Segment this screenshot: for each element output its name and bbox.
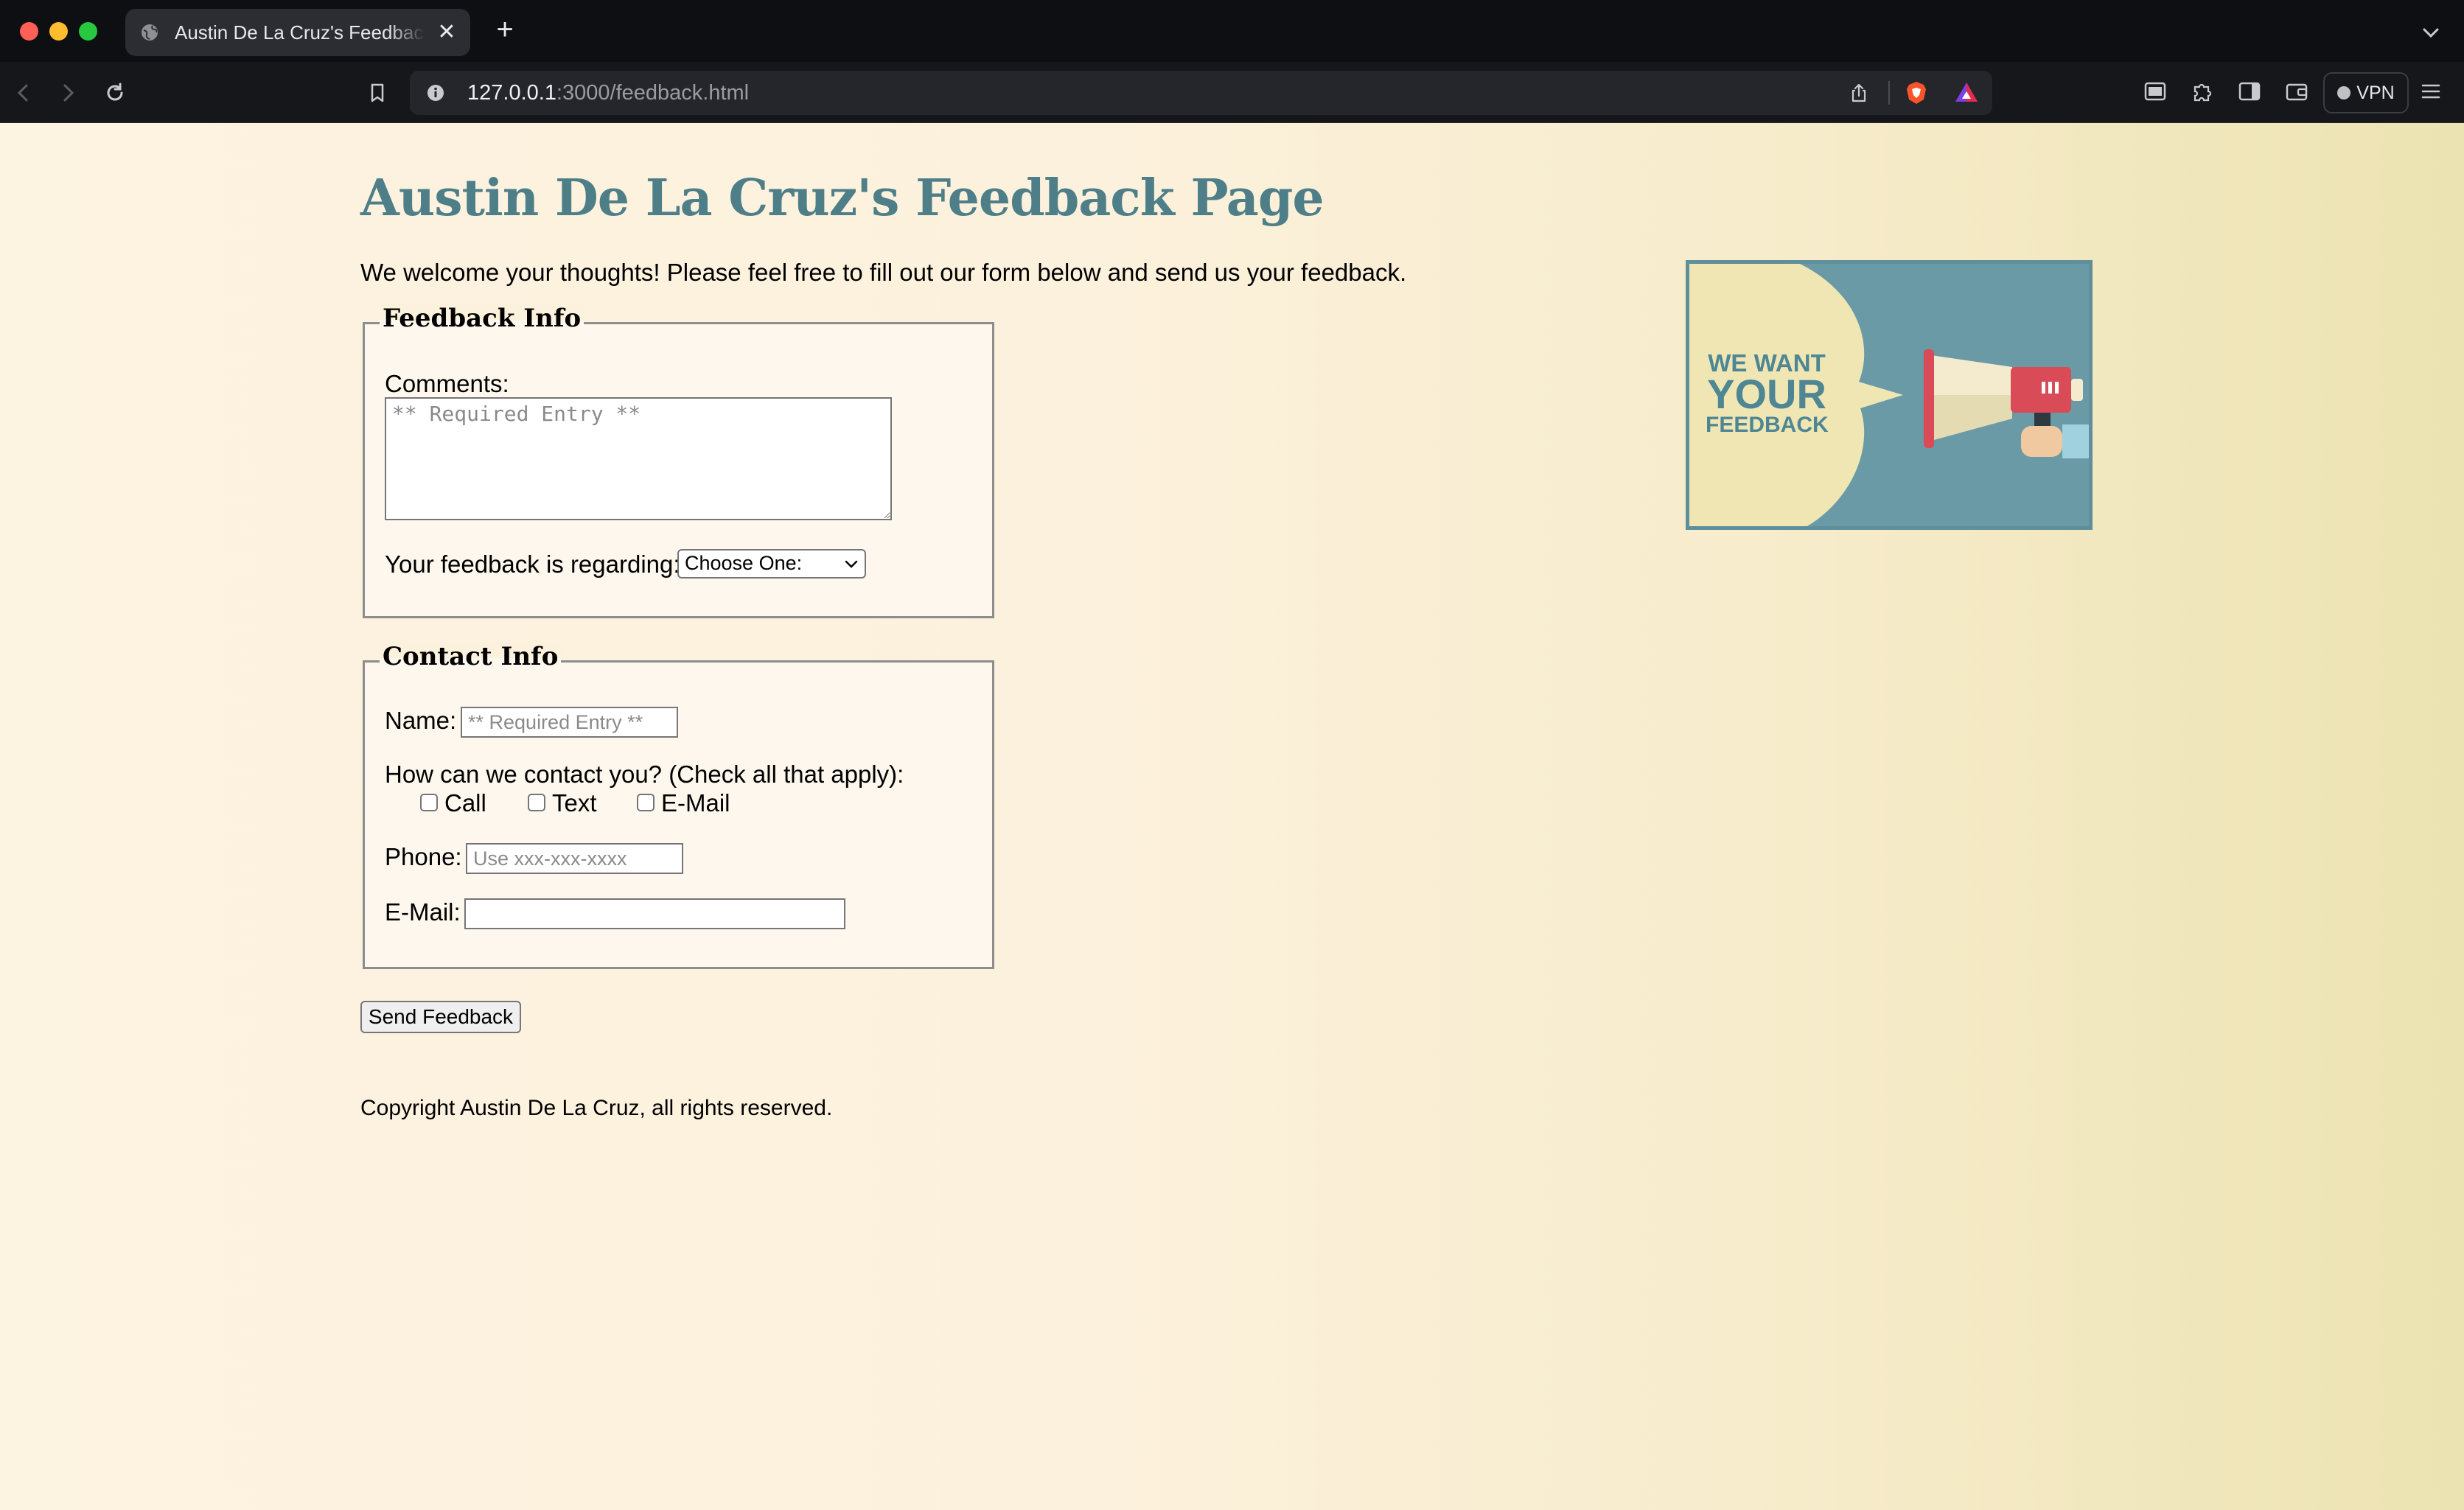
comments-label: Comments: [385, 370, 509, 397]
name-label: Name: [385, 707, 457, 734]
banner-text: WE WANT YOUR FEEDBACK [1706, 351, 1829, 438]
regarding-selected-value: Choose One: [685, 552, 803, 574]
copyright-text: Copyright Austin De La Cruz, all rights … [360, 1096, 833, 1120]
sidebar-toggle-icon[interactable] [2236, 78, 2263, 105]
chevron-down-icon[interactable] [2418, 19, 2444, 46]
extensions-icon[interactable] [2189, 78, 2216, 105]
contact-info-fieldset: Contact Info Name: How can we contact yo… [363, 642, 994, 969]
email-input[interactable] [464, 898, 845, 929]
vpn-label: VPN [2356, 82, 2395, 103]
browser-tab[interactable]: Austin De La Cruz's Feedback Page ✕ [125, 9, 470, 56]
forward-icon[interactable] [53, 78, 83, 108]
back-icon[interactable] [9, 78, 38, 108]
feedback-banner-image: WE WANT YOUR FEEDBACK [1686, 260, 2093, 530]
email-label: E-Mail: [385, 898, 461, 926]
text-checkbox[interactable] [528, 794, 545, 811]
name-input[interactable] [461, 707, 678, 738]
brave-shields-icon[interactable] [1903, 80, 1930, 106]
vpn-button[interactable]: VPN [2323, 72, 2409, 113]
call-option-label: Call [444, 789, 486, 817]
close-tab-icon[interactable]: ✕ [433, 19, 460, 46]
feedback-info-fieldset: Feedback Info Comments: Your feedback is… [363, 304, 994, 618]
call-checkbox[interactable] [420, 794, 438, 811]
page-title: Austin De La Cruz's Feedback Page [360, 169, 1325, 228]
new-tab-button[interactable]: + [490, 15, 520, 46]
contact-info-legend: Contact Info [380, 642, 562, 671]
share-icon[interactable] [1847, 81, 1871, 105]
bookmark-icon[interactable] [363, 78, 392, 108]
url-path: :3000/feedback.html [556, 81, 750, 105]
url-text[interactable]: 127.0.0.1:3000/feedback.html [467, 71, 749, 115]
email-option-label: E-Mail [661, 789, 730, 817]
globe-icon [142, 24, 158, 41]
contact-question-label: How can we contact you? (Check all that … [385, 761, 904, 788]
text-option-label: Text [552, 789, 597, 817]
address-bar[interactable]: 127.0.0.1:3000/feedback.html [410, 71, 1992, 115]
browser-toolbar: 127.0.0.1:3000/feedback.html [0, 62, 2464, 123]
regarding-select[interactable]: Choose One: [677, 549, 866, 579]
email-checkbox[interactable] [637, 794, 655, 811]
chevron-down-icon [845, 560, 858, 568]
send-feedback-button[interactable]: Send Feedback [360, 1001, 521, 1033]
sidebar-panel-icon[interactable] [2142, 78, 2168, 105]
banner-line-3: FEEDBACK [1706, 413, 1829, 437]
intro-text: We welcome your thoughts! Please feel fr… [360, 259, 1407, 286]
minimize-window-button[interactable] [49, 22, 68, 41]
menu-icon[interactable] [2418, 78, 2444, 105]
phone-input[interactable] [466, 843, 683, 874]
reload-icon[interactable] [100, 78, 130, 108]
banner-line-2: YOUR [1707, 371, 1826, 417]
phone-label: Phone: [385, 843, 462, 870]
comments-textarea[interactable] [385, 397, 892, 520]
url-host: 127.0.0.1 [467, 81, 556, 105]
maximize-window-button[interactable] [79, 22, 97, 41]
brave-rewards-icon[interactable] [1953, 80, 1980, 106]
feedback-info-legend: Feedback Info [380, 304, 584, 333]
site-info-icon[interactable] [426, 83, 445, 102]
page-content: Austin De La Cruz's Feedback Page We wel… [0, 123, 2464, 1510]
vpn-status-icon [2337, 86, 2351, 99]
tab-title: Austin De La Cruz's Feedback Page [175, 21, 425, 43]
wallet-icon[interactable] [2283, 78, 2310, 105]
regarding-label: Your feedback is regarding: [385, 550, 680, 578]
toolbar-divider [1888, 81, 1890, 105]
browser-tab-strip: Austin De La Cruz's Feedback Page ✕ + [0, 0, 2464, 62]
close-window-button[interactable] [20, 22, 38, 41]
